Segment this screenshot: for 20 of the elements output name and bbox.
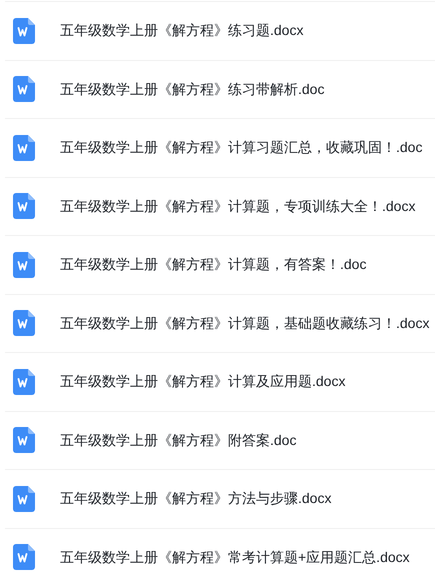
word-document-icon bbox=[13, 18, 35, 44]
word-document-icon bbox=[13, 368, 35, 395]
word-document-icon bbox=[13, 193, 35, 220]
word-document-icon bbox=[13, 427, 35, 454]
word-document-icon bbox=[13, 134, 35, 161]
file-name[interactable]: 五年级数学上册《解方程》方法与步骤.docx bbox=[60, 488, 332, 510]
word-document-icon bbox=[13, 486, 35, 512]
word-document-icon bbox=[13, 544, 35, 570]
word-document-icon bbox=[13, 252, 35, 278]
file-name[interactable]: 五年级数学上册《解方程》计算题，有答案！.doc bbox=[60, 254, 366, 276]
file-name[interactable]: 五年级数学上册《解方程》计算题，基础题收藏练习！.docx bbox=[60, 312, 430, 334]
file-name[interactable]: 五年级数学上册《解方程》附答案.doc bbox=[60, 430, 296, 451]
file-name[interactable]: 五年级数学上册《解方程》计算题，专项训练大全！.docx bbox=[60, 196, 416, 217]
file-name[interactable]: 五年级数学上册《解方程》练习题.docx bbox=[60, 20, 304, 42]
file-name[interactable]: 五年级数学上册《解方程》练习带解析.doc bbox=[60, 78, 324, 100]
file-name[interactable]: 五年级数学上册《解方程》计算习题汇总，收藏巩固！.doc bbox=[60, 137, 422, 158]
word-document-icon bbox=[13, 76, 35, 102]
word-document-icon bbox=[13, 310, 35, 336]
file-name[interactable]: 五年级数学上册《解方程》常考计算题+应用题汇总.docx bbox=[60, 546, 410, 568]
file-name[interactable]: 五年级数学上册《解方程》计算及应用题.docx bbox=[60, 371, 346, 392]
